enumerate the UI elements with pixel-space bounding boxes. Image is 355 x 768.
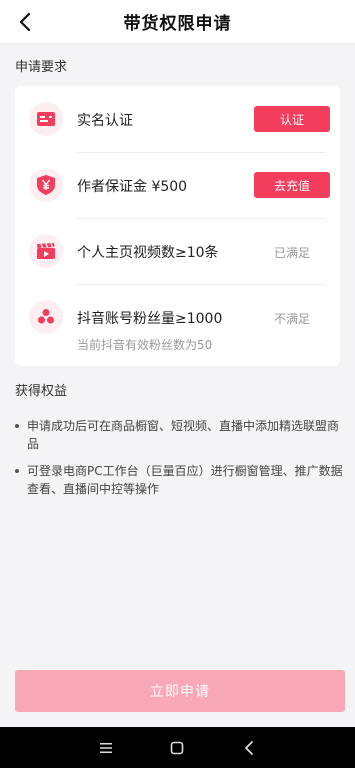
bullet	[15, 469, 19, 473]
home-square-icon	[171, 741, 184, 754]
benefit-text: 可登录电商PC工作台（巨量百应）进行橱窗管理、推广数据查看、直播间中控等操作	[27, 464, 343, 496]
requirement-label: 抖音账号粉丝量≥1000	[77, 311, 223, 327]
apply-button[interactable]: 立即申请	[15, 670, 345, 712]
back-arrow-icon	[19, 12, 31, 32]
verify-button[interactable]: 认证	[254, 106, 330, 132]
requirement-fans: 抖音账号粉丝量≥1000 不满足 当前抖音有效粉丝数为50	[15, 284, 340, 366]
fans-icon	[29, 300, 63, 334]
system-nav-bar	[0, 727, 355, 768]
benefit-item: 申请成功后可在商品橱窗、短视频、直播中添加精选联盟商品	[15, 417, 345, 453]
benefit-text: 申请成功后可在商品橱窗、短视频、直播中添加精选联盟商品	[27, 419, 340, 451]
back-nav-button[interactable]	[239, 738, 259, 758]
requirement-label: 实名认证	[77, 113, 133, 129]
status-badge: 不满足	[273, 312, 310, 326]
menu-icon	[99, 742, 112, 753]
requirement-label: 个人主页视频数≥10条	[77, 245, 219, 261]
requirement-realname: 实名认证 认证	[15, 86, 340, 152]
back-chevron-icon	[245, 740, 254, 755]
top-bar: 带货权限申请	[0, 0, 355, 44]
requirements-section-label: 申请要求	[15, 60, 68, 75]
benefits-section-label: 获得权益	[15, 384, 68, 399]
requirement-video-count: 个人主页视频数≥10条 已满足	[15, 218, 340, 284]
video-clapper-icon	[29, 234, 63, 268]
page-title: 带货权限申请	[123, 14, 232, 34]
back-button[interactable]	[10, 7, 40, 37]
status-badge: 已满足	[273, 246, 310, 260]
benefit-item: 可登录电商PC工作台（巨量百应）进行橱窗管理、推广数据查看、直播间中控等操作	[15, 462, 345, 498]
menu-nav-button[interactable]	[96, 738, 116, 758]
id-card-icon	[29, 102, 63, 136]
yuan-shield-icon	[29, 168, 63, 202]
fans-count-note: 当前抖音有效粉丝数为50	[77, 338, 213, 352]
home-nav-button[interactable]	[167, 738, 187, 758]
bullet	[15, 424, 19, 428]
requirement-label: 作者保证金 ¥500	[77, 179, 188, 195]
requirements-card: 实名认证 认证 作者保证金 ¥500 去充值 个人主页视频数≥10条 已满足 抖…	[15, 86, 340, 366]
requirement-deposit: 作者保证金 ¥500 去充值	[15, 152, 340, 218]
recharge-button[interactable]: 去充值	[254, 172, 330, 198]
